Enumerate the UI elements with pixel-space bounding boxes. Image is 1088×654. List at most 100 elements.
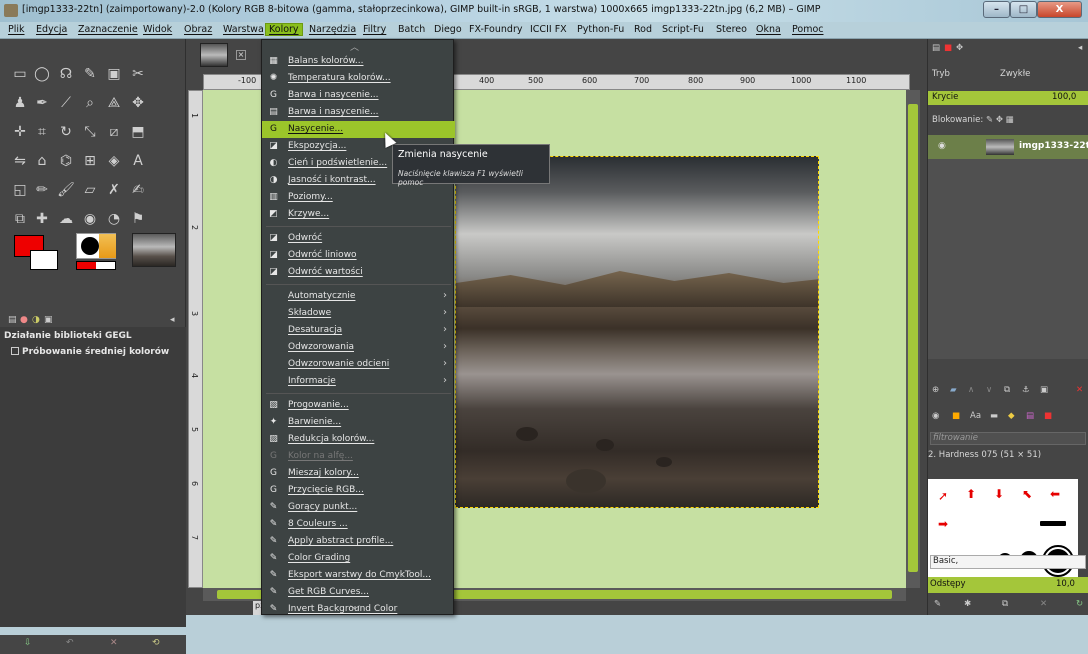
menu-item[interactable]: G Kolor na alfę... <box>262 448 455 465</box>
text-icon[interactable]: A <box>128 152 148 170</box>
menu-batch[interactable]: Batch <box>398 24 425 35</box>
rect-select-icon[interactable]: ▭ <box>10 65 30 83</box>
menu-pomoc[interactable]: Pomoc <box>792 24 824 35</box>
new-brush-icon[interactable]: ✱ <box>964 599 971 609</box>
menu-okna[interactable]: Okna <box>756 24 781 35</box>
menu-item[interactable]: ▨ Redukcja kolorów... <box>262 431 455 448</box>
smudge-icon[interactable]: ☁ <box>56 210 76 228</box>
menu-item[interactable]: G Przycięcie RGB... <box>262 482 455 499</box>
brush-tag-combo[interactable]: Basic, <box>930 555 1086 569</box>
paths-tab-icon[interactable]: ✥ <box>956 43 963 53</box>
menu-item[interactable]: ◩ Krzywe... <box>262 206 455 223</box>
menu-diego[interactable]: Diego <box>434 24 462 35</box>
menu-scroll-up-icon[interactable]: ︿ <box>350 40 359 53</box>
menu-item[interactable]: Składowe › <box>262 305 455 322</box>
zoom-icon[interactable]: ⌕ <box>80 94 100 112</box>
menu-item[interactable]: ▤ Barwa i nasycenie... <box>262 104 455 121</box>
layers-list-area[interactable] <box>928 159 1088 359</box>
menu-item[interactable]: ✎ Get RGB Curves... <box>262 584 455 601</box>
layer-item[interactable]: ◉ imgp1333-22tn <box>928 135 1088 159</box>
dynamics-tab-icon[interactable]: ▤ <box>1026 411 1034 421</box>
dodge-burn-icon[interactable]: ◔ <box>104 210 124 228</box>
opacity-value[interactable]: 100,0 <box>1052 92 1076 102</box>
menu-obraz[interactable]: Obraz <box>184 24 212 35</box>
anchor-layer-icon[interactable]: ⚓ <box>1022 385 1030 395</box>
reset-options-icon[interactable]: ⟲ <box>152 638 160 648</box>
edit-brush-icon[interactable]: ✎ <box>934 599 941 609</box>
menu-python-fu[interactable]: Python-Fu <box>577 24 624 35</box>
brush-arrow-icon[interactable]: ⬇ <box>994 487 1004 501</box>
move-icon[interactable]: ✥ <box>128 94 148 112</box>
free-select-icon[interactable]: ☊ <box>56 65 76 83</box>
lower-layer-icon[interactable]: ∨ <box>986 385 992 395</box>
heal-icon[interactable]: ✚ <box>32 210 52 228</box>
duplicate-layer-icon[interactable]: ⧉ <box>1004 385 1010 395</box>
menu-item[interactable]: ▦ Balans kolorów... <box>262 53 455 70</box>
brush-arrow-icon[interactable]: ⬆ <box>966 487 976 501</box>
brush-pattern-preview[interactable] <box>76 233 116 259</box>
color-picker-icon[interactable]: ⟋ <box>56 94 76 112</box>
shear-icon[interactable]: ⧄ <box>104 123 124 141</box>
brushes-tab-icon[interactable]: ◉ <box>932 411 939 421</box>
channels-tab-icon[interactable]: ■ <box>944 43 952 53</box>
select-by-color-icon[interactable]: ▣ <box>104 65 124 83</box>
tool-presets-tab-icon[interactable]: ■ <box>1044 411 1052 421</box>
ellipse-select-icon[interactable]: ◯ <box>32 65 52 83</box>
duplicate-brush-icon[interactable]: ⧉ <box>1002 599 1008 609</box>
vertical-ruler[interactable]: 1 2 3 4 5 6 7 <box>188 90 203 588</box>
unified-transform-icon[interactable]: ⊞ <box>80 152 100 170</box>
patterns-tab-icon[interactable]: ■ <box>952 411 960 421</box>
tool-options-tab-icon[interactable]: ▤ <box>8 315 17 325</box>
airbrush-icon[interactable]: ✗ <box>104 181 124 199</box>
new-layer-icon[interactable]: ⊕ <box>932 385 939 395</box>
restore-options-icon[interactable]: ↶ <box>66 638 74 648</box>
device-status-tab-icon[interactable]: ● <box>20 315 28 325</box>
raise-layer-icon[interactable]: ∧ <box>968 385 974 395</box>
menu-item[interactable]: ◪ Odwróć liniowo <box>262 247 455 264</box>
brush-arrow-icon[interactable]: ➡ <box>938 517 948 531</box>
vertical-scroll-thumb[interactable] <box>908 104 918 572</box>
menu-narzedzia[interactable]: Narzędzia <box>309 24 356 35</box>
menu-item[interactable]: Odwzorowania › <box>262 339 455 356</box>
clone-icon[interactable]: ⧉ <box>10 210 30 228</box>
crop-icon[interactable]: ⌗ <box>32 123 52 141</box>
image-canvas[interactable] <box>455 156 819 508</box>
gradient-preview[interactable] <box>76 261 116 270</box>
fonts-tab-icon[interactable]: Aa <box>970 411 981 421</box>
save-options-icon[interactable]: ⇩ <box>24 638 32 648</box>
image-tab-thumbnail[interactable] <box>200 43 228 67</box>
menu-iccii-fx[interactable]: ICCII FX <box>530 24 567 35</box>
menu-rod[interactable]: Rod <box>634 24 652 35</box>
menu-item[interactable]: Informacje › <box>262 373 455 390</box>
paintbrush-icon[interactable]: 🖌 <box>56 181 76 199</box>
menu-item[interactable]: ✦ Barwienie... <box>262 414 455 431</box>
gradients-tab-icon[interactable]: ▬ <box>990 411 998 421</box>
delete-options-icon[interactable]: ✕ <box>110 638 118 648</box>
menu-item[interactable]: Odwzorowanie odcieni › <box>262 356 455 373</box>
palettes-tab-icon[interactable]: ◆ <box>1008 411 1015 421</box>
scissors-icon[interactable]: ✂ <box>128 65 148 83</box>
menu-widok[interactable]: Widok <box>143 24 172 35</box>
fuzzy-select-icon[interactable]: ✎ <box>80 65 100 83</box>
menu-item[interactable]: ▥ Poziomy... <box>262 189 455 206</box>
paths-icon[interactable]: ✒ <box>32 94 52 112</box>
delete-layer-icon[interactable]: ✕ <box>1076 385 1083 395</box>
brush-arrow-icon[interactable]: ⬉ <box>1022 487 1032 501</box>
brush-filter-input[interactable]: filtrowanie <box>930 432 1086 445</box>
flip-icon[interactable]: ⇋ <box>10 152 30 170</box>
menu-item[interactable]: ✎ 8 Couleurs ... <box>262 516 455 533</box>
menu-plik[interactable]: Plik <box>8 24 25 35</box>
visibility-eye-icon[interactable]: ◉ <box>938 141 946 151</box>
scale-icon[interactable]: ⤡ <box>80 123 100 141</box>
cage-icon[interactable]: ⌂ <box>32 152 52 170</box>
active-image-preview[interactable] <box>132 233 176 267</box>
dock-menu-icon[interactable]: ◂ <box>170 315 175 325</box>
menu-item[interactable]: ▧ Progowanie... <box>262 397 455 414</box>
ink-icon[interactable]: ✍ <box>128 181 148 199</box>
maximize-button[interactable]: □ <box>1010 1 1037 18</box>
background-color-swatch[interactable] <box>30 250 58 270</box>
menu-fx-foundry[interactable]: FX-Foundry <box>469 24 522 35</box>
checkbox-icon[interactable] <box>11 347 19 355</box>
menu-item[interactable]: G Nasycenie... <box>262 121 455 138</box>
brush-block-icon[interactable] <box>1040 521 1066 526</box>
